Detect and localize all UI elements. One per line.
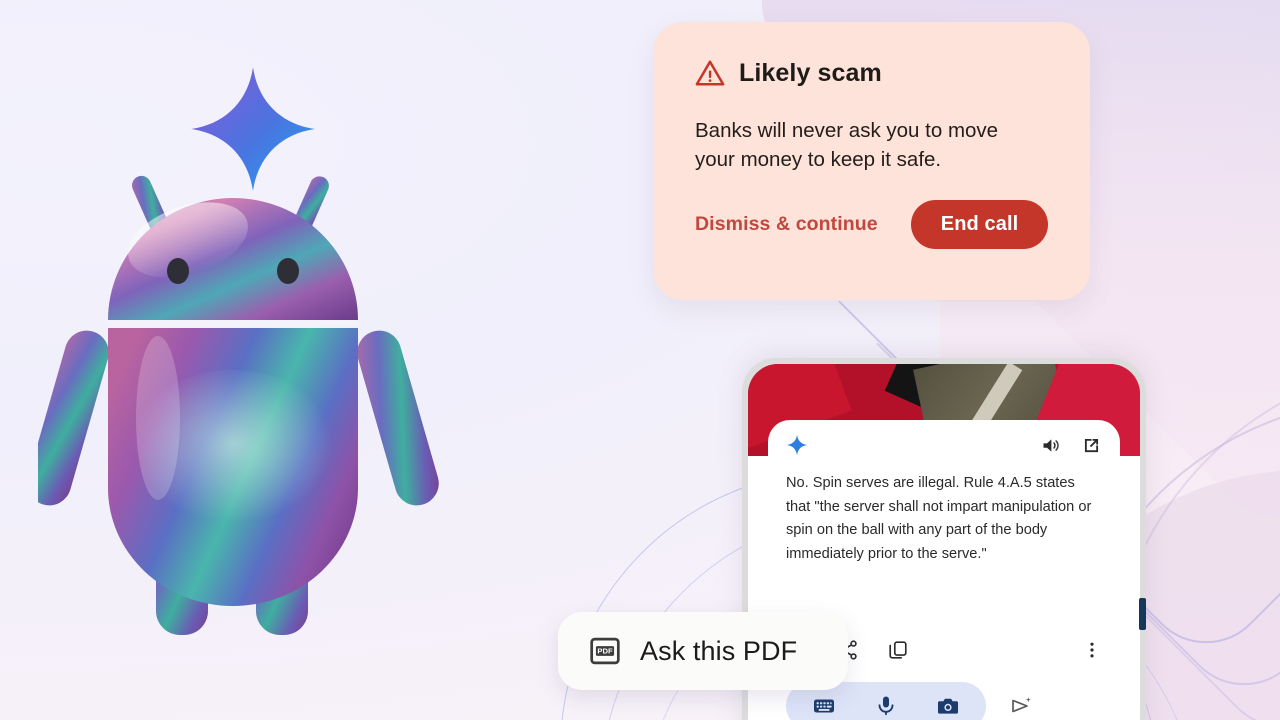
ask-this-pdf-label: Ask this PDF <box>640 635 798 666</box>
pdf-file-icon: PDF <box>590 637 620 665</box>
end-call-button[interactable]: End call <box>910 200 1049 250</box>
svg-text:PDF: PDF <box>597 647 613 656</box>
scam-alert-actions: Dismiss & continue End call <box>695 200 1052 250</box>
volume-up-icon[interactable] <box>1040 435 1061 456</box>
arm-right <box>357 330 439 506</box>
arm-left <box>38 330 109 506</box>
camera-icon[interactable] <box>936 694 960 718</box>
gemini-response-text: No. Spin serves are illegal. Rule 4.A.5 … <box>786 475 1092 562</box>
open-in-new-icon[interactable] <box>1081 435 1102 456</box>
send-sparkle-icon[interactable] <box>1008 694 1032 718</box>
scam-alert-header: Likely scam <box>695 58 1052 88</box>
warning-triangle-icon <box>695 60 725 86</box>
gemini-card-header-actions <box>1040 435 1102 456</box>
mic-icon[interactable] <box>874 694 898 718</box>
scam-alert-card: Likely scam Banks will never ask you to … <box>653 22 1090 300</box>
scam-alert-body: Banks will never ask you to move your mo… <box>695 119 999 172</box>
body-seam <box>108 319 358 326</box>
keyboard-icon[interactable] <box>812 694 836 718</box>
screenshot-root: Likely scam Banks will never ask you to … <box>0 0 1280 720</box>
android-robot-figure <box>38 175 439 635</box>
gemini-sparkle-icon <box>786 434 808 456</box>
scam-alert-title: Likely scam <box>739 58 882 87</box>
gemini-card-header <box>768 420 1120 456</box>
ask-this-pdf-chip[interactable]: PDF Ask this PDF <box>558 612 848 690</box>
android-mascot <box>38 58 458 638</box>
copy-icon[interactable] <box>887 639 909 661</box>
eye-right <box>277 258 299 284</box>
dismiss-and-continue-button[interactable]: Dismiss & continue <box>695 213 878 236</box>
more-vert-icon[interactable] <box>1082 640 1102 660</box>
power-button[interactable] <box>1139 598 1146 630</box>
eye-left <box>167 258 189 284</box>
